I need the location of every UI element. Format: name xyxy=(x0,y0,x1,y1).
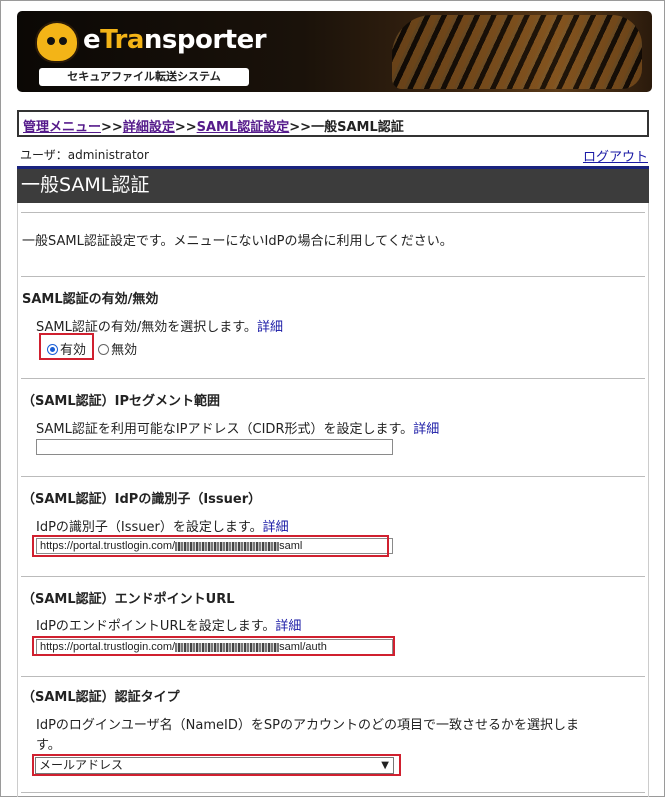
page-title: 一般SAML認証 xyxy=(17,166,649,203)
highlight-box xyxy=(32,535,389,557)
ip-segment-input[interactable] xyxy=(36,439,393,455)
logout-link[interactable]: ログアウト xyxy=(583,146,648,165)
radio-checked-icon xyxy=(47,344,58,355)
settings-content: 一般SAML認証設定です。メニューにないIdPの場合に利用してください。 SAM… xyxy=(17,203,649,797)
ip-section-title: （SAML認証）IPセグメント範囲 xyxy=(22,394,221,409)
radio-enable-off[interactable]: 無効 xyxy=(98,343,137,358)
divider xyxy=(21,212,645,213)
radio-unchecked-icon xyxy=(98,344,110,355)
issuer-desc: IdPの識別子（Issuer）を設定します。詳細 xyxy=(36,520,289,535)
intro-text: 一般SAML認証設定です。メニューにないIdPの場合に利用してください。 xyxy=(22,234,453,249)
divider xyxy=(21,476,645,477)
enable-radio-group: 有効 無効 xyxy=(47,339,137,358)
issuer-detail-link[interactable]: 詳細 xyxy=(263,520,289,535)
highlight-box xyxy=(32,754,401,776)
divider xyxy=(21,676,645,677)
ip-desc: SAML認証を利用可能なIPアドレス（CIDR形式）を設定します。詳細 xyxy=(36,422,440,437)
enable-section-title: SAML認証の有効/無効 xyxy=(22,292,159,307)
breadcrumb-saml-settings[interactable]: SAML認証設定 xyxy=(197,120,290,135)
ip-detail-link[interactable]: 詳細 xyxy=(413,422,439,437)
endpoint-detail-link[interactable]: 詳細 xyxy=(275,619,301,634)
endpoint-desc: IdPのエンドポイントURLを設定します。詳細 xyxy=(36,619,302,634)
endpoint-section-title: （SAML認証）エンドポイントURL xyxy=(22,592,235,607)
divider xyxy=(21,276,645,277)
breadcrumb-detail-settings[interactable]: 詳細設定 xyxy=(123,120,175,135)
divider xyxy=(21,576,645,577)
header-banner: eTransporter セキュアファイル転送システム xyxy=(17,11,652,92)
auth-type-desc-line1: IdPのログインユーザ名（NameID）をSPのアカウントのどの項目で一致させる… xyxy=(36,718,579,733)
divider xyxy=(21,378,645,379)
user-label: ユーザ：administrator xyxy=(20,148,149,162)
divider xyxy=(21,792,645,793)
auth-type-section-title: （SAML認証）認証タイプ xyxy=(22,690,180,705)
issuer-section-title: （SAML認証）IdPの識別子（Issuer） xyxy=(22,492,262,507)
radio-enable-on[interactable]: 有効 xyxy=(47,343,86,358)
tiger-image xyxy=(392,15,642,89)
breadcrumb: 管理メニュー>>詳細設定>>SAML認証設定>>一般SAML認証 xyxy=(17,110,649,137)
user-row: ユーザ：administrator ログアウト xyxy=(20,146,648,165)
app-subtitle: セキュアファイル転送システム xyxy=(39,68,249,86)
highlight-box xyxy=(32,636,395,656)
breadcrumb-admin-menu[interactable]: 管理メニュー xyxy=(23,120,101,135)
auth-type-desc-line2: す。 xyxy=(36,738,61,753)
enable-detail-link[interactable]: 詳細 xyxy=(257,320,283,335)
breadcrumb-current: 一般SAML認証 xyxy=(311,120,404,135)
app-logo-text: eTransporter xyxy=(83,25,267,55)
tiger-logo-icon xyxy=(35,21,79,63)
